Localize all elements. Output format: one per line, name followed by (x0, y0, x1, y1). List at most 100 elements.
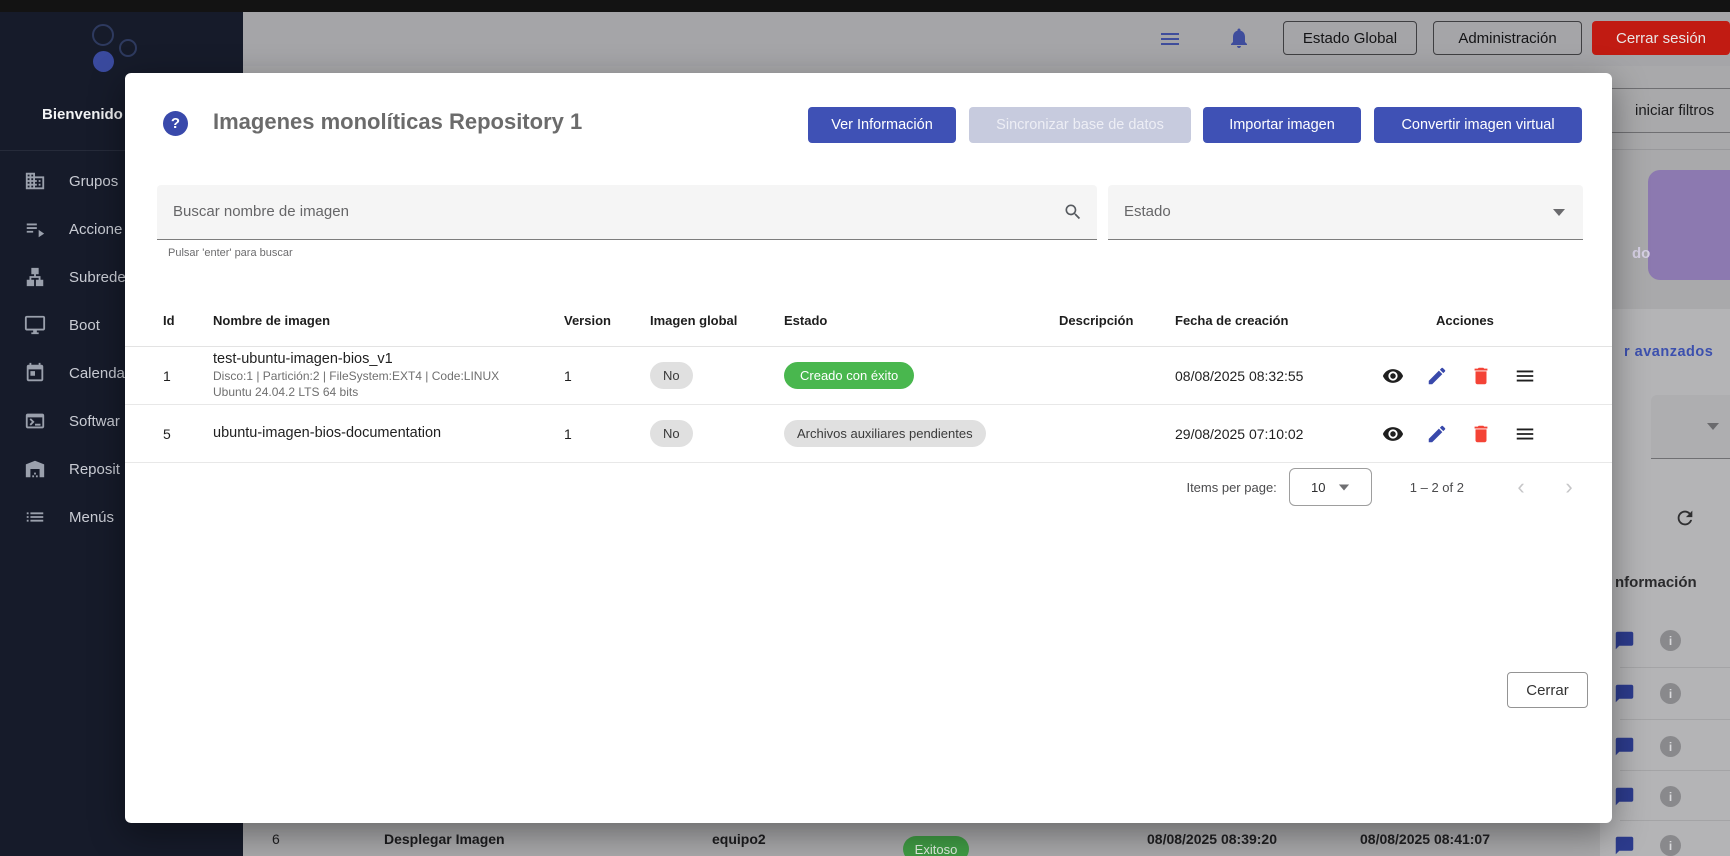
estado-filter-label: Estado (1124, 203, 1171, 220)
info-icon[interactable]: i (1660, 630, 1681, 651)
calendar-icon (24, 362, 46, 384)
message-icon[interactable] (1613, 683, 1636, 704)
notifications-bell-icon[interactable] (1227, 26, 1251, 50)
sidebar-item-label: Subrede (69, 269, 126, 286)
search-icon (1063, 202, 1083, 222)
cerrar-sesion-button[interactable]: Cerrar sesión (1592, 21, 1730, 55)
top-black-strip (0, 0, 1730, 12)
delete-trash-icon[interactable] (1470, 365, 1492, 387)
delete-trash-icon[interactable] (1470, 423, 1492, 445)
cell-acciones (1355, 365, 1612, 387)
divider (1620, 719, 1730, 720)
items-per-page-label: Items per page: (1186, 480, 1276, 495)
convertir-imagen-virtual-button[interactable]: Convertir imagen virtual (1374, 107, 1582, 143)
administracion-button[interactable]: Administración (1433, 21, 1582, 55)
estado-global-button[interactable]: Estado Global (1283, 21, 1417, 55)
chevron-down-icon (1338, 484, 1348, 490)
message-icon[interactable] (1613, 835, 1636, 856)
sidebar-item-label: Accione (69, 221, 122, 238)
divider (1620, 770, 1730, 771)
message-icon[interactable] (1613, 630, 1636, 651)
cell-imagen-global: No (650, 420, 784, 447)
sidebar-item-label: Grupos (69, 173, 118, 190)
cell-fecha: 29/08/2025 07:10:02 (1175, 426, 1355, 442)
filtros-avanzados-link[interactable]: r avanzados (1624, 344, 1713, 360)
importar-imagen-button[interactable]: Importar imagen (1203, 107, 1361, 143)
col-header-estado: Estado (784, 313, 1059, 328)
edit-pencil-icon[interactable] (1426, 365, 1448, 387)
sidebar-item-label: Reposit (69, 461, 120, 478)
divider (1620, 667, 1730, 668)
bg-row-action: Desplegar Imagen (384, 831, 505, 847)
bg-row-date2: 08/08/2025 08:41:07 (1360, 831, 1490, 847)
paginator-range: 1 – 2 of 2 (1410, 480, 1464, 495)
global-badge: No (650, 420, 693, 447)
col-header-imagen-global: Imagen global (650, 313, 784, 328)
bg-row-id: 6 (272, 831, 280, 847)
bg-row-date1: 08/08/2025 08:39:20 (1147, 831, 1277, 847)
col-header-fecha: Fecha de creación (1175, 313, 1355, 328)
informacion-header-fragment: nformación (1615, 574, 1697, 591)
row-menu-icon[interactable] (1514, 423, 1536, 445)
network-tree-icon (24, 266, 46, 288)
info-icon[interactable]: i (1660, 786, 1681, 807)
search-input[interactable]: Buscar nombre de imagen (157, 185, 1097, 240)
hamburger-menu-icon[interactable] (1158, 27, 1182, 51)
cell-estado: Creado con éxito (784, 362, 1059, 389)
images-modal: ? Imagenes monolíticas Repository 1 Ver … (125, 73, 1612, 823)
col-header-id: Id (163, 313, 213, 328)
previous-page-icon[interactable]: ‹ (1508, 474, 1534, 500)
chevron-down-icon (1707, 423, 1719, 430)
ver-informacion-button[interactable]: Ver Información (808, 107, 956, 143)
cell-acciones (1355, 423, 1612, 445)
paginator: Items per page: 10 1 – 2 of 2 ‹ › (125, 463, 1612, 511)
table-row: 5 ubuntu-imagen-bios-documentation 1 No … (125, 405, 1612, 463)
images-table: Id Nombre de imagen Version Imagen globa… (125, 295, 1612, 463)
table-row: 1 test-ubuntu-imagen-bios_v1 Disco:1 | P… (125, 347, 1612, 405)
status-badge-exitoso: Exitoso (903, 836, 969, 856)
col-header-nombre: Nombre de imagen (213, 313, 564, 328)
list-icon (24, 506, 46, 528)
cell-version: 1 (564, 426, 650, 442)
info-icon[interactable]: i (1660, 736, 1681, 757)
estado-badge-success: Creado con éxito (784, 362, 914, 389)
cell-version: 1 (564, 368, 650, 384)
info-icon[interactable]: i (1660, 835, 1681, 856)
status-purple-card (1648, 170, 1730, 280)
modal-title: Imagenes monolíticas Repository 1 (213, 109, 582, 135)
col-header-acciones: Acciones (1355, 313, 1612, 328)
message-icon[interactable] (1613, 786, 1636, 807)
sincronizar-bd-button[interactable]: Sincronizar base de datos (969, 107, 1191, 143)
buildings-icon (24, 170, 46, 192)
terminal-icon (24, 410, 46, 432)
divider (1612, 149, 1730, 150)
actions-list-icon (24, 218, 46, 240)
next-page-icon[interactable]: › (1556, 474, 1582, 500)
app-root: Estado Global Administración Cerrar sesi… (0, 0, 1730, 856)
refresh-icon[interactable] (1674, 507, 1696, 529)
col-header-descripcion: Descripción (1059, 313, 1175, 328)
background-select-field[interactable] (1651, 395, 1730, 459)
cell-imagen-global: No (650, 362, 784, 389)
cell-estado: Archivos auxiliares pendientes (784, 420, 1059, 447)
cell-id: 5 (163, 426, 213, 442)
info-icon[interactable]: i (1660, 683, 1681, 704)
sidebar-item-label: Calenda (69, 365, 125, 382)
search-placeholder: Buscar nombre de imagen (173, 203, 349, 220)
items-per-page-select[interactable]: 10 (1289, 468, 1372, 506)
estado-badge-pending: Archivos auxiliares pendientes (784, 420, 986, 447)
sidebar-item-label: Softwar (69, 413, 120, 430)
estado-filter-select[interactable]: Estado (1108, 185, 1583, 240)
edit-pencil-icon[interactable] (1426, 423, 1448, 445)
col-header-version: Version (564, 313, 650, 328)
image-detail-partition: Disco:1 | Partición:2 | FileSystem:EXT4 … (213, 368, 564, 384)
row-menu-icon[interactable] (1514, 365, 1536, 387)
divider (1620, 820, 1730, 821)
sidebar-item-label: Menús (69, 509, 114, 526)
view-eye-icon[interactable] (1382, 423, 1404, 445)
view-eye-icon[interactable] (1382, 365, 1404, 387)
message-icon[interactable] (1613, 736, 1636, 757)
bg-row-target: equipo2 (712, 831, 766, 847)
help-icon[interactable]: ? (163, 111, 188, 136)
cerrar-button[interactable]: Cerrar (1507, 672, 1588, 708)
